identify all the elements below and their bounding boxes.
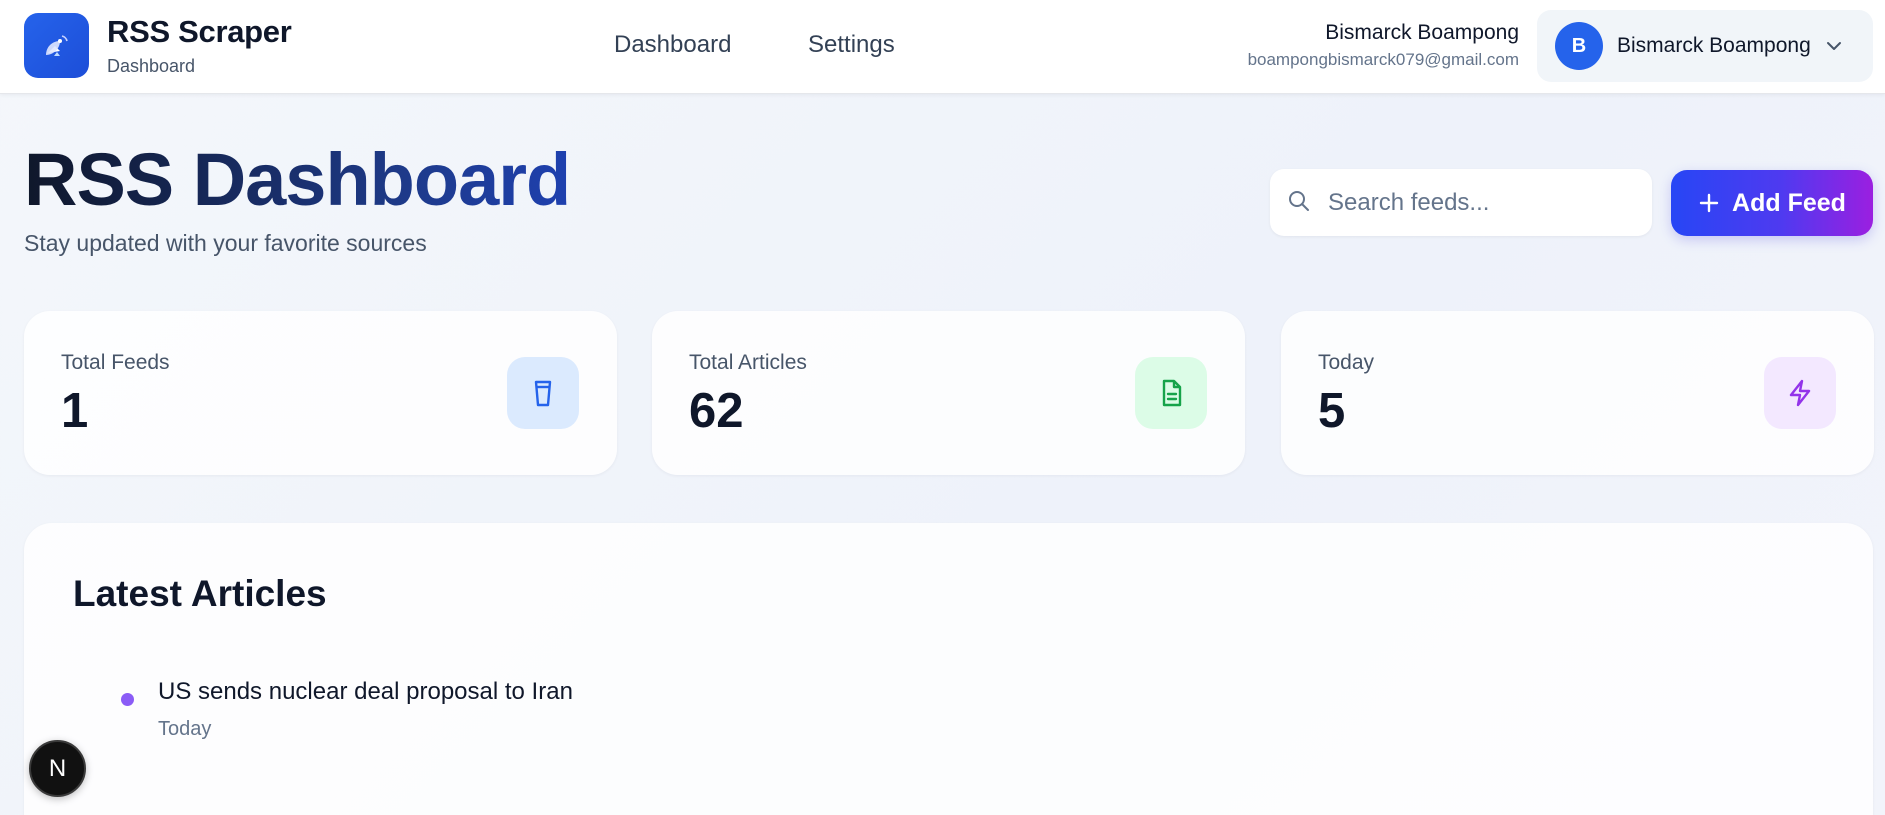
article-list-item[interactable]: US sends nuclear deal proposal to Iran T… <box>73 678 1773 748</box>
search-input[interactable] <box>1328 169 1638 236</box>
page-title: RSS Dashboard <box>24 136 571 224</box>
stat-card-total-feeds: Total Feeds 1 <box>24 311 617 475</box>
article-date: Today <box>158 718 212 740</box>
user-menu-button[interactable]: B Bismarck Boampong <box>1537 10 1873 82</box>
lightning-icon <box>1764 357 1836 429</box>
chevron-down-icon <box>1825 37 1843 55</box>
article-title[interactable]: US sends nuclear deal proposal to Iran <box>158 678 573 706</box>
document-icon <box>1135 357 1207 429</box>
stat-card-total-articles: Total Articles 62 <box>652 311 1245 475</box>
nextjs-logo-icon: N <box>48 754 67 782</box>
bullet-dot-icon <box>121 693 134 706</box>
stat-value: 5 <box>1318 384 1346 438</box>
user-email: boampongbismarck079@gmail.com <box>1247 50 1519 69</box>
user-name: Bismarck Boampong <box>1325 21 1519 44</box>
brand-subtitle: Dashboard <box>107 56 196 76</box>
add-feed-label: Add Feed <box>1732 188 1846 217</box>
top-navbar: RSS Scraper Dashboard Dashboard Settings… <box>0 0 1885 94</box>
stat-value: 62 <box>689 384 744 438</box>
cup-icon <box>507 357 579 429</box>
user-menu-name: Bismarck Boampong <box>1617 34 1811 57</box>
latest-articles-panel: Latest Articles US sends nuclear deal pr… <box>24 523 1873 815</box>
page-subtitle: Stay updated with your favorite sources <box>24 230 427 256</box>
nextjs-dev-badge[interactable]: N <box>29 740 86 797</box>
app-logo[interactable] <box>24 13 89 78</box>
add-feed-button[interactable]: Add Feed <box>1671 170 1873 236</box>
stat-card-today: Today 5 <box>1281 311 1874 475</box>
stat-label: Total Feeds <box>61 351 170 374</box>
search-icon <box>1288 190 1310 217</box>
brand-title: RSS Scraper <box>107 14 292 49</box>
satellite-dish-icon <box>45 34 68 56</box>
avatar: B <box>1555 22 1603 70</box>
latest-articles-heading: Latest Articles <box>73 573 327 614</box>
nav-link-dashboard[interactable]: Dashboard <box>614 31 731 59</box>
plus-icon <box>1698 192 1720 214</box>
nav-link-settings[interactable]: Settings <box>808 31 895 59</box>
stat-label: Today <box>1318 351 1375 374</box>
search-box <box>1270 169 1652 236</box>
stat-label: Total Articles <box>689 351 807 374</box>
stat-value: 1 <box>61 384 89 438</box>
